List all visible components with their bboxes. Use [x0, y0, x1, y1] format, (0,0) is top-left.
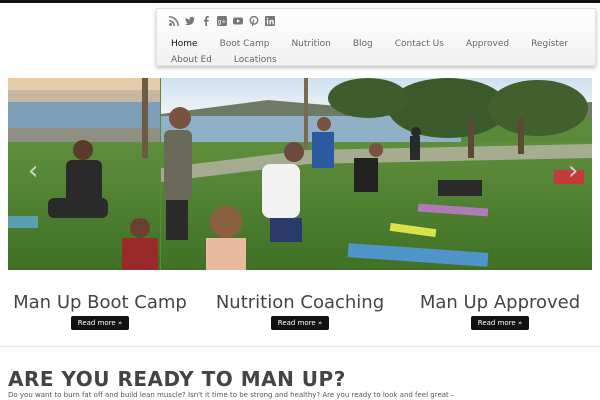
twitter-icon[interactable]	[185, 15, 195, 26]
rss-icon[interactable]	[169, 15, 179, 26]
main-nav: Home Boot Camp Nutrition Blog Contact Us…	[171, 36, 591, 68]
social-icons: g+	[169, 15, 275, 26]
section-divider	[0, 346, 600, 347]
nav-contact-us[interactable]: Contact Us	[395, 36, 444, 52]
intro-text: Do you want to burn fat off and build le…	[8, 391, 455, 399]
nav-boot-camp[interactable]: Boot Camp	[220, 36, 270, 52]
nav-home[interactable]: Home	[171, 36, 198, 52]
feature-title-boot-camp: Man Up Boot Camp	[13, 292, 187, 313]
slider-prev-arrow[interactable]: ‹	[28, 158, 38, 184]
facebook-icon[interactable]	[201, 15, 211, 26]
feature-title-approved: Man Up Approved	[419, 292, 581, 313]
nav-register[interactable]: Register	[531, 36, 568, 52]
slider-next-arrow[interactable]: ›	[568, 158, 578, 184]
read-more-button[interactable]: Read more »	[271, 316, 329, 330]
svg-text:g+: g+	[218, 18, 227, 25]
nav-locations[interactable]: Locations	[234, 52, 277, 68]
nav-nutrition[interactable]: Nutrition	[291, 36, 330, 52]
top-bar	[0, 0, 600, 3]
hero-slider[interactable]: ‹ ›	[8, 78, 592, 270]
header-nav-box: g+ Home Boot Camp Nutrition Blog Contact…	[156, 8, 596, 66]
read-more-button[interactable]: Read more »	[71, 316, 129, 330]
nav-approved[interactable]: Approved	[466, 36, 509, 52]
page-headline: ARE YOU READY TO MAN UP?	[8, 367, 346, 391]
read-more-button[interactable]: Read more »	[471, 316, 529, 330]
nav-about-ed[interactable]: About Ed	[171, 52, 212, 68]
feature-title-nutrition: Nutrition Coaching	[215, 292, 385, 313]
nav-blog[interactable]: Blog	[353, 36, 373, 52]
pinterest-icon[interactable]	[249, 15, 259, 26]
youtube-icon[interactable]	[233, 15, 243, 26]
google-plus-icon[interactable]: g+	[217, 15, 227, 26]
hero-photo	[8, 78, 592, 270]
linkedin-icon[interactable]	[265, 15, 275, 26]
